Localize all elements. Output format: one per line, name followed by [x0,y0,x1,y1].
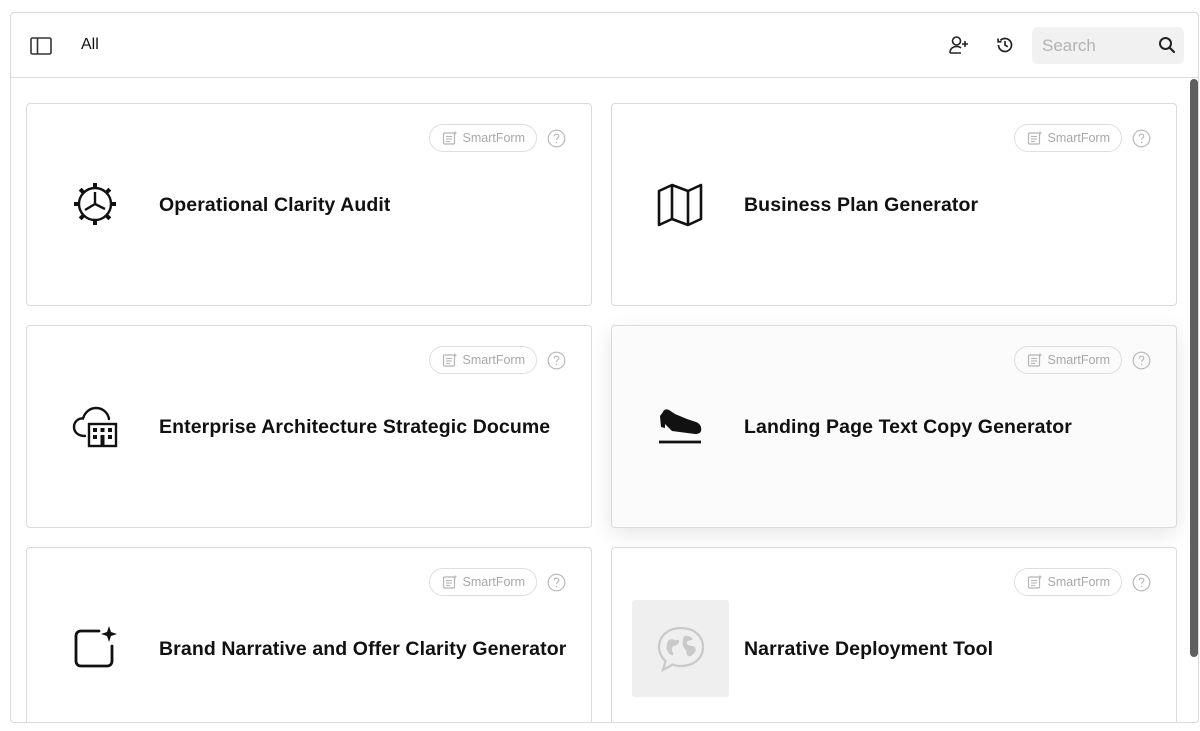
template-card[interactable]: SmartForm [26,103,592,306]
globe-chat-icon [632,600,729,697]
help-icon [547,573,566,592]
help-icon [547,351,566,370]
help-button[interactable] [1132,573,1151,592]
help-button[interactable] [547,129,566,148]
template-card[interactable]: SmartForm Business Plan Generator [611,103,1177,306]
form-icon [1027,130,1042,145]
smartform-badge: SmartForm [1013,124,1122,152]
badge-label: SmartForm [1047,353,1111,367]
filter-label[interactable]: All [81,35,99,55]
search-box [1032,27,1184,64]
card-title: Enterprise Architecture Strategic Docume [159,416,551,438]
sidebar-icon [30,37,52,55]
add-user-button[interactable] [947,33,971,57]
badge-label: SmartForm [1047,131,1111,145]
help-button[interactable] [1132,351,1151,370]
app-window: All Search SmartForm Operational Clarity… [10,12,1199,723]
template-grid: SmartForm Operational Clarity Audit Smar… [11,79,1198,722]
help-icon [1132,351,1151,370]
smartform-badge: SmartForm [428,124,537,152]
search-icon[interactable] [1158,36,1176,54]
template-card[interactable]: SmartForm Brand Narrative and Offer Clar… [26,547,592,722]
card-title: Operational Clarity Audit [159,194,391,216]
sidebar-toggle-button[interactable] [29,34,53,58]
help-button[interactable] [547,351,566,370]
smartform-badge: SmartForm [428,346,537,374]
help-icon [1132,573,1151,592]
card-title: Brand Narrative and Offer Clarity Genera… [159,638,567,660]
history-icon [997,37,1013,53]
template-card[interactable]: SmartForm Narrative Deployment Tool [611,547,1177,722]
help-button[interactable] [1132,129,1151,148]
form-icon [1027,352,1042,367]
map-icon [656,180,704,228]
form-icon [1027,574,1042,589]
smartform-badge: SmartForm [1013,568,1122,596]
add-user-icon [949,36,968,54]
smartform-badge: SmartForm [428,568,537,596]
plane-landing-icon [656,402,704,450]
card-title: Business Plan Generator [744,194,979,216]
badge-label: SmartForm [462,575,526,589]
template-card[interactable]: SmartForm Landing Page Text Copy Generat… [611,325,1177,528]
sparkle-square-icon [71,624,119,672]
badge-label: SmartForm [462,131,526,145]
toolbar: All [11,13,1198,78]
card-title: Landing Page Text Copy Generator [744,416,1072,438]
help-button[interactable] [547,573,566,592]
card-title: Narrative Deployment Tool [744,638,994,660]
scrollbar[interactable] [1190,79,1198,657]
form-icon [442,130,457,145]
form-icon [442,574,457,589]
cloud-building-icon [71,402,119,450]
template-card[interactable]: SmartForm [26,325,592,528]
smartform-badge: SmartForm [1013,346,1122,374]
badge-label: SmartForm [1047,575,1111,589]
help-icon [547,129,566,148]
form-icon [442,352,457,367]
badge-label: SmartForm [462,353,526,367]
search-input[interactable] [1042,35,1152,56]
history-button[interactable] [993,33,1017,57]
help-icon [1132,129,1151,148]
gear-clock-icon [71,180,119,228]
